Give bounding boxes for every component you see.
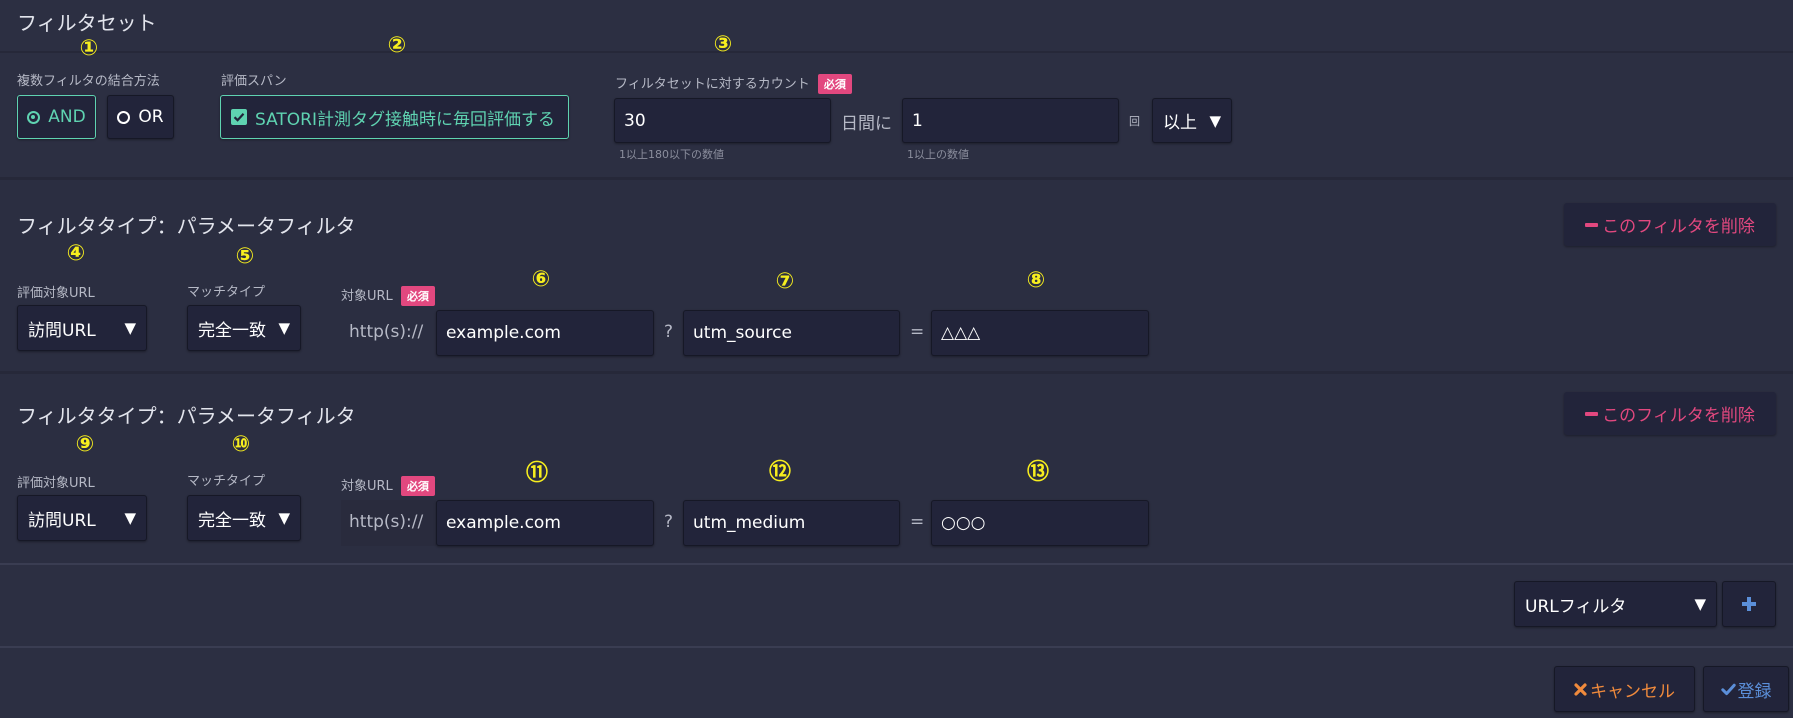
filter-2-param-key-input[interactable]: utm_medium [683, 500, 900, 546]
times-hint: 1以上の数値 [907, 148, 969, 161]
filter-2-eval-url-label: 評価対象URL [17, 476, 95, 491]
required-badge: 必須 [400, 286, 435, 306]
marker-12: ⑫ [768, 460, 791, 485]
radio-checked-icon [27, 110, 41, 124]
plus-icon [1742, 597, 1756, 611]
cancel-button[interactable]: キャンセル [1554, 666, 1695, 712]
filter-2-domain-input[interactable]: example.com [436, 500, 654, 546]
filter-1-delete-label: このフィルタを削除 [1602, 217, 1755, 237]
filter-2-match-type-value: 完全一致 [198, 510, 266, 531]
cancel-label: キャンセル [1590, 681, 1675, 702]
page-title: フィルタセット [17, 11, 157, 35]
combine-method-label: 複数フィルタの結合方法 [17, 74, 160, 89]
days-suffix: 日間に [841, 114, 892, 134]
triangle-down-icon: ▼ [1209, 111, 1221, 130]
filter-1-title: フィルタタイプ：パラメータフィルタ [17, 214, 356, 238]
filter-2-protocol-label: http(s):// [349, 512, 424, 532]
marker-13: ⑬ [1026, 460, 1049, 485]
or-radio-button[interactable]: OR [107, 95, 174, 139]
submit-button[interactable]: 登録 [1703, 666, 1789, 712]
times-input[interactable]: 1 [902, 98, 1119, 143]
triangle-down-icon: ▼ [124, 319, 136, 337]
marker-1: ① [79, 36, 99, 61]
triangle-down-icon: ▼ [278, 319, 290, 337]
days-input[interactable]: 30 [614, 98, 831, 143]
marker-3: ③ [713, 32, 733, 57]
filter-2-delete-button[interactable]: このフィルタを削除 [1564, 392, 1776, 435]
evaluation-span-checkbox[interactable]: SATORI計測タグ接触時に毎回評価する [220, 95, 569, 139]
filter-1-delete-button[interactable]: このフィルタを削除 [1564, 203, 1776, 246]
marker-8: ⑧ [1026, 268, 1046, 293]
filter-1-eval-url-value: 訪問URL [28, 320, 96, 341]
marker-11: ⑪ [525, 461, 548, 486]
submit-label: 登録 [1737, 681, 1772, 702]
filter-2-delete-label: このフィルタを削除 [1602, 406, 1755, 426]
filter-2-target-url-label: 対象URL 必須 [341, 475, 435, 496]
marker-9: ⑨ [75, 432, 95, 457]
add-filter-type-value: URLフィルタ [1525, 596, 1627, 617]
filter-2-question-sep: ? [664, 512, 674, 532]
marker-4: ④ [66, 241, 86, 266]
times-suffix: 回 [1129, 115, 1140, 128]
filter-1-question-sep: ? [664, 322, 674, 342]
filter-1-target-url-label-text: 対象URL [341, 289, 393, 304]
filter-2-divider [0, 563, 1793, 565]
marker-10: ⑩ [231, 432, 251, 457]
radio-unchecked-icon [117, 110, 131, 124]
filter-1-param-value-input[interactable]: △△△ [931, 310, 1149, 356]
minus-icon [1585, 411, 1599, 416]
count-label-text: フィルタセットに対するカウント [615, 77, 810, 92]
marker-5: ⑤ [235, 244, 255, 269]
and-label: AND [48, 107, 86, 127]
filter-1-param-key-input[interactable]: utm_source [683, 310, 900, 356]
filter-2-target-url-label-text: 対象URL [341, 479, 393, 494]
minus-icon [1585, 222, 1599, 227]
filter-1-match-type-value: 完全一致 [198, 320, 266, 341]
count-label: フィルタセットに対するカウント 必須 [615, 73, 852, 94]
comparison-select[interactable]: 以上 ▼ [1152, 98, 1232, 143]
check-icon [1720, 683, 1736, 695]
required-badge: 必須 [817, 74, 852, 94]
filter-1-eval-url-select[interactable]: 訪問URL ▼ [17, 305, 147, 351]
triangle-down-icon: ▼ [124, 509, 136, 527]
comparison-value: 以上 [1163, 113, 1197, 133]
checkbox-checked-icon [231, 109, 247, 125]
evaluation-span-checkbox-label: SATORI計測タグ接触時に毎回評価する [255, 109, 556, 130]
add-filter-button[interactable] [1722, 581, 1776, 627]
marker-7: ⑦ [775, 269, 795, 294]
filter-1-equals-sep: = [910, 322, 925, 342]
filter-2-eval-url-select[interactable]: 訪問URL ▼ [17, 495, 147, 541]
filter-1-match-type-select[interactable]: 完全一致 ▼ [187, 305, 301, 351]
filter-1-target-url-label: 対象URL 必須 [341, 285, 435, 306]
marker-2: ② [387, 33, 407, 58]
filter-2-title: フィルタタイプ：パラメータフィルタ [17, 404, 356, 428]
marker-6: ⑥ [531, 267, 551, 292]
days-hint: 1以上180以下の数値 [619, 148, 724, 161]
and-radio-button[interactable]: AND [17, 95, 96, 139]
evaluation-span-label: 評価スパン [221, 74, 287, 89]
footer-divider [0, 646, 1793, 648]
filter-1-domain-input[interactable]: example.com [436, 310, 654, 356]
x-icon [1574, 682, 1587, 696]
filter-1-match-type-label: マッチタイプ [187, 285, 266, 300]
filter-1-protocol-label: http(s):// [349, 322, 424, 342]
triangle-down-icon: ▼ [1694, 595, 1706, 613]
triangle-down-icon: ▼ [278, 509, 290, 527]
filter-2-match-type-select[interactable]: 完全一致 ▼ [187, 495, 301, 541]
filter-2-eval-url-value: 訪問URL [28, 510, 96, 531]
filter-2-match-type-label: マッチタイプ [187, 474, 266, 489]
add-filter-type-select[interactable]: URLフィルタ ▼ [1514, 581, 1717, 627]
filter-2-equals-sep: = [910, 512, 925, 532]
header-divider [0, 51, 1793, 53]
required-badge: 必須 [400, 476, 435, 496]
or-label: OR [138, 107, 164, 127]
filter-1-eval-url-label: 評価対象URL [17, 286, 95, 301]
filter-2-param-value-input[interactable]: ○○○ [931, 500, 1149, 546]
